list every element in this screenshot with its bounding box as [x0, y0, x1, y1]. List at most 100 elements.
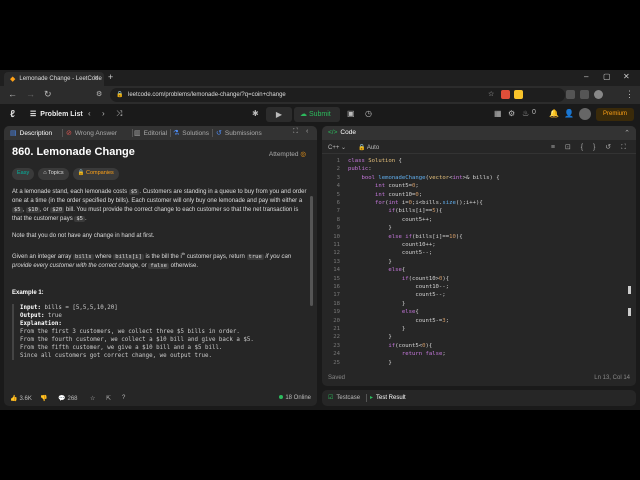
code-line[interactable]: int count5=0; [348, 183, 419, 191]
tab-testcase[interactable]: ☑ Testcase [328, 394, 360, 402]
code-line[interactable]: else if(bills[i]==10){ [348, 234, 462, 242]
code-line[interactable]: count10--; [348, 284, 449, 292]
close-tab-icon[interactable]: ✕ [93, 74, 99, 82]
tab-code[interactable]: </> Code [328, 129, 356, 136]
collapse-panel-icon[interactable]: ‹ [306, 128, 308, 135]
line-number: 24 [333, 351, 340, 358]
editor-scrollbar-marker [628, 308, 631, 316]
next-problem-icon[interactable]: › [102, 109, 105, 118]
forward-icon[interactable]: → [26, 89, 35, 99]
solutions-icon: ⚗ [173, 130, 180, 137]
topics-tag[interactable]: ⌂ Topics [38, 168, 69, 180]
menu-icon[interactable]: ⋮ [625, 89, 634, 100]
debug-icon[interactable]: ✱ [252, 109, 259, 118]
text: Given an integer array [12, 254, 74, 260]
avatar[interactable] [579, 108, 591, 120]
code-line[interactable]: count5--; [348, 292, 445, 300]
dislike-icon[interactable]: 👎 [40, 395, 47, 402]
code-line[interactable]: return false; [348, 351, 446, 359]
code-line[interactable]: if(bills[i]==5){ [348, 208, 442, 216]
code-line[interactable]: int count10=0; [348, 192, 422, 200]
run-button[interactable]: ▶ [266, 107, 292, 122]
code-line[interactable]: for(int i=0;i<bills.size();i++){ [348, 200, 483, 208]
code-line[interactable]: count10++; [348, 242, 436, 250]
editor-action-icons[interactable]: ≡ ⊡ { } ↺ ⛶ [551, 143, 630, 152]
code-panel: </> Code ⌃ C++ ⌄ 🔒 Auto ≡ ⊡ { } ↺ ⛶ 1 cla… [322, 126, 636, 386]
new-tab-button[interactable]: + [108, 72, 113, 82]
input-value: bills = [5,5,5,10,20] [40, 305, 118, 311]
tab-description[interactable]: ▤ Description [10, 129, 52, 138]
test-result-label: Test Result [376, 394, 406, 401]
close-window-button[interactable]: ✕ [623, 72, 630, 81]
inline-code: bills [73, 254, 94, 260]
reload-icon[interactable]: ↻ [44, 89, 52, 100]
code-line[interactable]: count5--; [348, 250, 432, 258]
minimize-button[interactable]: – [584, 72, 588, 81]
share-icon[interactable]: ⇱ [106, 395, 111, 402]
code-line[interactable]: if(count5<0){ [348, 343, 432, 351]
tab-wrong-answer[interactable]: ⊘ Wrong Answer [66, 129, 117, 138]
address-bar[interactable]: 🔒 leetcode.com/problems/lemonade-change/… [110, 88, 565, 102]
tab-submissions[interactable]: ↺ Submissions [216, 129, 262, 138]
code-line[interactable]: bool lemonadeChange(vector<int>& bills) … [348, 175, 499, 183]
add-user-icon[interactable]: 👤 [564, 109, 574, 118]
extensions-icon[interactable] [566, 90, 575, 99]
extension-icon[interactable] [501, 90, 510, 99]
downloads-icon[interactable] [580, 90, 589, 99]
extension-icon[interactable] [514, 90, 523, 99]
code-line[interactable]: else{ [348, 267, 405, 275]
inline-code: $20 [50, 207, 65, 213]
code-editor[interactable]: 1 class Solution {2 public: 3 bool lemonade… [322, 156, 636, 372]
layout-icon[interactable]: ▦ [494, 109, 502, 118]
stats-icon[interactable]: ◷ [365, 109, 372, 118]
star-icon[interactable]: ☆ [90, 395, 95, 402]
like-button[interactable]: 👍 3.6K [10, 395, 32, 403]
notifications-icon[interactable]: 🔔 [549, 109, 559, 118]
back-icon[interactable]: ← [8, 89, 17, 99]
description-scrollbar[interactable] [310, 196, 313, 306]
tab-solutions[interactable]: ⚗ Solutions [173, 129, 209, 138]
code-line[interactable]: } [348, 326, 405, 334]
problem-paragraph-2: Note that you do not have any change in … [12, 233, 155, 239]
profile-icon[interactable] [594, 90, 603, 99]
shuffle-icon[interactable]: ⤨ [116, 109, 122, 119]
text: At a lemonade stand, each lemonade costs [12, 189, 129, 195]
code-line[interactable]: } [348, 334, 391, 342]
code-line[interactable]: public: [348, 166, 372, 174]
inline-code: $5 [12, 207, 23, 213]
settings-icon[interactable]: ⚙ [508, 109, 515, 118]
help-icon[interactable]: ? [122, 395, 125, 401]
line-number: 8 [336, 216, 340, 223]
code-line[interactable]: count5-=3; [348, 318, 449, 326]
code-line[interactable]: } [348, 225, 391, 233]
leetcode-logo-icon[interactable]: ℓ [10, 109, 15, 120]
auto-mode-toggle[interactable]: 🔒 Auto [358, 144, 379, 151]
code-line[interactable]: class Solution { [348, 158, 402, 166]
streak-icon[interactable]: ♨ [522, 109, 529, 118]
language-select[interactable]: C++ ⌄ [328, 144, 346, 151]
companies-tag[interactable]: 🔒 Companies [72, 168, 119, 180]
collapse-panel-icon[interactable]: ⌃ [624, 129, 630, 137]
maximize-button[interactable]: ▢ [603, 72, 611, 81]
difficulty-badge[interactable]: Easy [12, 168, 35, 180]
leetcode-header: ℓ ☰ Problem List ‹ › ⤨ ✱ ▶ ☁ Submit ▣ ◷ … [0, 104, 640, 126]
code-line[interactable]: } [348, 360, 391, 368]
tag-icon: ⌂ [43, 170, 47, 176]
code-line[interactable]: count5++; [348, 217, 432, 225]
maximize-panel-icon[interactable]: ⛶ [293, 128, 298, 136]
site-settings-icon[interactable]: ⚙ [96, 90, 102, 98]
tab-editorial[interactable]: ▥ Editorial [134, 129, 167, 138]
premium-button[interactable]: Premium [596, 108, 634, 121]
code-line[interactable]: if(count10>0){ [348, 276, 449, 284]
browser-tab[interactable]: ◆ Lemonade Change - LeetCode ✕ [4, 72, 104, 86]
tab-test-result[interactable]: ▸ Test Result [370, 394, 406, 402]
notes-icon[interactable]: ▣ [347, 109, 355, 118]
comments-button[interactable]: 💬 268 [58, 395, 78, 403]
code-line[interactable]: } [348, 259, 391, 267]
problem-list-button[interactable]: ☰ Problem List [30, 110, 83, 119]
prev-problem-icon[interactable]: ‹ [88, 109, 91, 118]
bookmark-icon[interactable]: ☆ [488, 90, 494, 98]
submit-button[interactable]: ☁ Submit [294, 107, 340, 122]
code-line[interactable]: } [348, 301, 405, 309]
code-line[interactable]: else{ [348, 309, 419, 317]
